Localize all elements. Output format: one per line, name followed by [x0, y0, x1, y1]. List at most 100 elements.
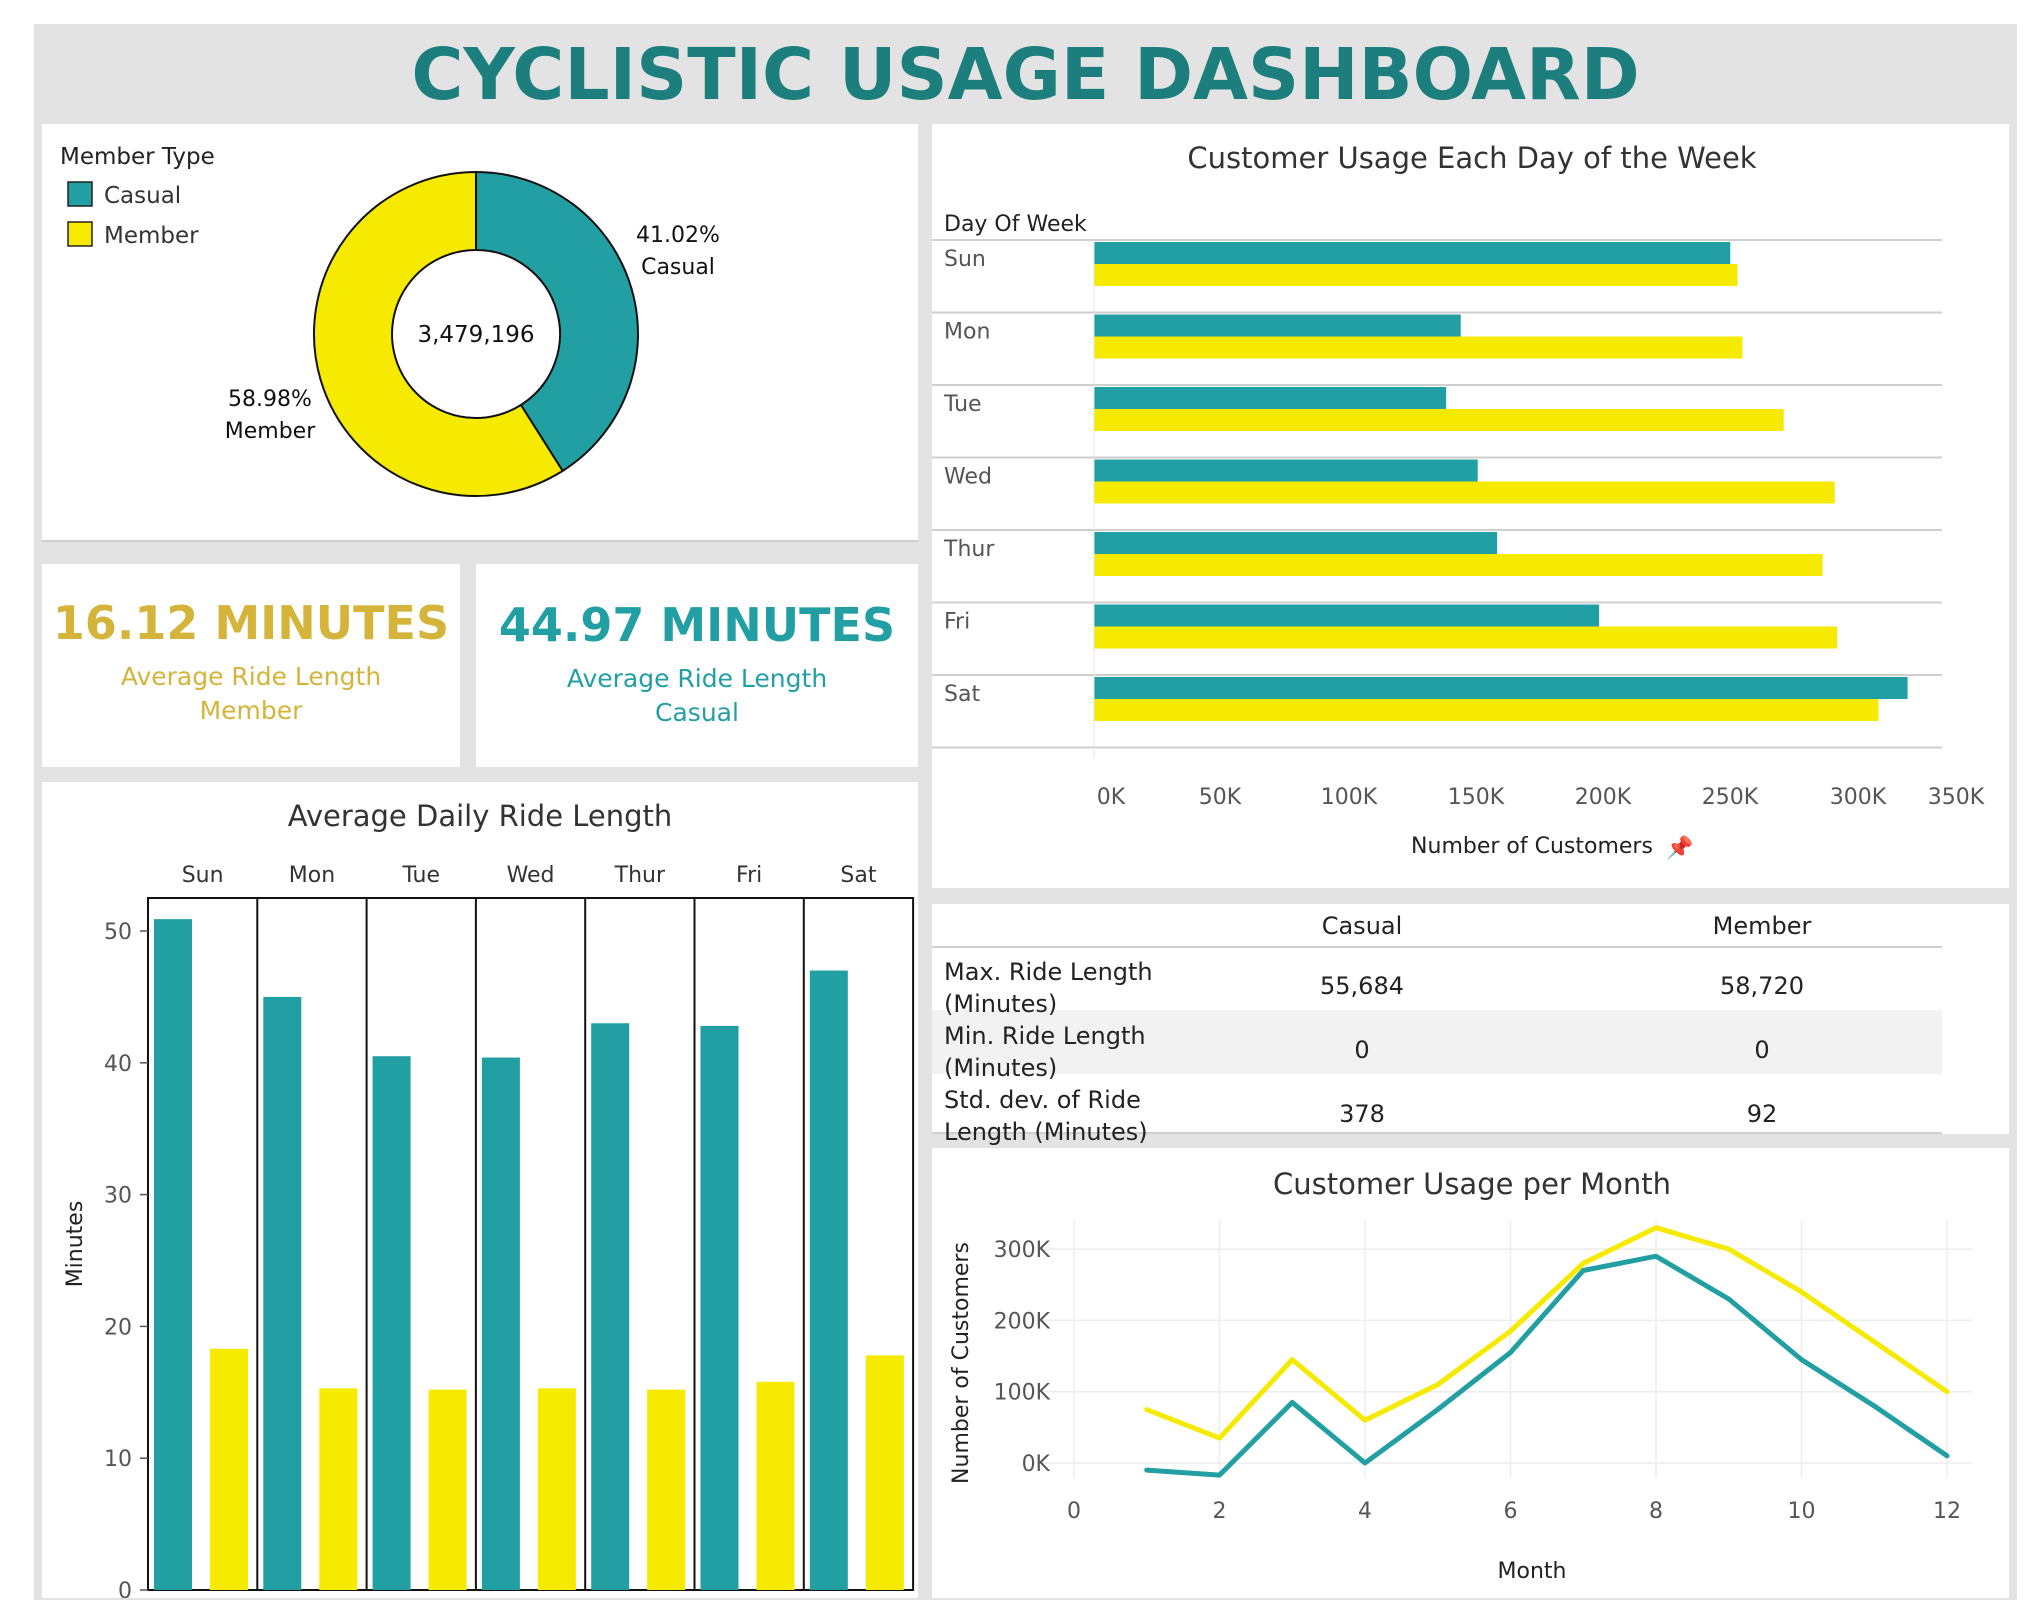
day-label: Tue [943, 392, 982, 417]
chart-title: Customer Usage per Month [1273, 1167, 1671, 1201]
bar-casual [1094, 532, 1498, 554]
bar-casual [700, 1025, 739, 1590]
y-tick-label: 40 [104, 1052, 132, 1077]
table-cell-casual: 0 [1354, 1036, 1370, 1064]
day-header: Sun [182, 863, 224, 888]
bar-member [865, 1355, 904, 1590]
x-tick-label: 10 [1788, 1499, 1816, 1524]
avg-daily-ride-panel: Average Daily Ride Length Sun Mon Tue Wed Thu… [42, 782, 918, 1604]
member-type-donut-chart: Member Type Casual Member 3,479,196 41.02% Ca… [42, 144, 918, 542]
y-tick-label: 20 [104, 1315, 132, 1340]
day-header: Tue [401, 863, 440, 888]
day-label: Thur [943, 537, 995, 562]
plot-frame [147, 897, 915, 1591]
bar-member [1094, 481, 1835, 504]
bar-member [1094, 264, 1738, 286]
casual-percent-label: 41.02% [636, 223, 720, 248]
dashboard-title: CYCLISTIC USAGE DASHBOARD [411, 32, 1640, 116]
table-row-label: Min. Ride Length (Minutes) [944, 1020, 1146, 1084]
row-label-line: Length (Minutes) [944, 1118, 1148, 1146]
table-header-casual: Casual [1321, 912, 1403, 940]
monthly-usage-chart: Customer Usage per Month 0 2 4 6 8 10 12 0K 100K 2… [949, 1167, 1972, 1584]
bar-casual [1094, 242, 1731, 264]
kpi-member-label: Average Ride Length [120, 662, 382, 691]
table-cell-member: 0 [1754, 1036, 1770, 1064]
day-header: Wed [507, 863, 555, 888]
day-header: Sat [840, 863, 876, 888]
x-tick-label: 300K [1830, 785, 1887, 810]
kpi-member-value: 16.12 MINUTES [52, 596, 450, 650]
table-row-label: Max. Ride Length (Minutes) [944, 956, 1153, 1020]
legend-label-casual: Casual [104, 183, 181, 209]
bar-member [319, 1388, 358, 1590]
x-tick-label: 2 [1213, 1499, 1227, 1524]
table-cell-member: 58,720 [1720, 972, 1804, 1000]
x-tick-label: 0K [1097, 785, 1126, 810]
bar-member [1094, 699, 1879, 721]
legend-label-member: Member [104, 223, 199, 249]
kpi-member-panel: 16.12 MINUTES Average Ride Length Member [42, 564, 460, 767]
bar-member [1094, 626, 1838, 649]
line-casual [1144, 1253, 1950, 1478]
x-tick-label: 12 [1933, 1499, 1961, 1524]
monthly-usage-panel: Customer Usage per Month 0 2 4 6 8 10 12 0K 100K 2… [932, 1148, 2009, 1598]
bar-casual [591, 1023, 630, 1590]
bar-member [428, 1389, 467, 1590]
day-of-week-panel: Customer Usage Each Day of the Week Day O… [932, 124, 2009, 888]
legend-swatch-casual [67, 181, 93, 207]
bar-casual [1094, 677, 1908, 699]
day-label: Sun [944, 247, 986, 272]
x-axis-label: Month [1498, 1559, 1567, 1584]
table-row-label: Std. dev. of Ride Length (Minutes) [944, 1084, 1148, 1148]
x-tick-label: 250K [1702, 785, 1759, 810]
x-axis-label: Number of Customers [1411, 834, 1653, 859]
bar-member [1094, 336, 1743, 359]
kpi-casual-panel: 44.97 MINUTES Average Ride Length Casual [476, 564, 918, 767]
row-label-line: Min. Ride Length [944, 1022, 1146, 1050]
legend-title: Member Type [60, 144, 215, 170]
chart-title: Average Daily Ride Length [288, 799, 673, 833]
row-label-line: (Minutes) [944, 1054, 1058, 1082]
bar-member [756, 1381, 795, 1590]
day-label: Fri [944, 610, 970, 635]
member-slice-label: Member [225, 419, 316, 444]
bar-casual [372, 1056, 411, 1590]
x-tick-label: 8 [1649, 1499, 1663, 1524]
x-tick-label: 4 [1358, 1499, 1372, 1524]
bar-casual [1094, 314, 1461, 337]
x-tick-label: 150K [1448, 785, 1505, 810]
day-header: Mon [289, 863, 335, 888]
kpi-casual-label: Average Ride Length [566, 664, 828, 693]
pin-icon: 📌 [1666, 834, 1693, 861]
y-tick-label: 30 [104, 1184, 132, 1209]
bar-casual [1094, 604, 1600, 627]
day-label: Wed [944, 465, 992, 490]
bar-member [1094, 554, 1823, 576]
bar-casual [481, 1057, 520, 1590]
avg-daily-ride-chart: Average Daily Ride Length Sun Mon Tue Wed Thu… [63, 799, 915, 1604]
ride-stats-table-panel: Casual Member Max. Ride Length (Minutes)… [932, 904, 2009, 1146]
y-tick-label: 300K [994, 1238, 1051, 1263]
day-header: Fri [736, 863, 762, 888]
x-tick-label: 100K [1321, 785, 1378, 810]
legend-swatch-member [67, 221, 93, 247]
y-tick-label: 10 [104, 1447, 132, 1472]
row-label-line: (Minutes) [944, 990, 1058, 1018]
bar-casual [154, 919, 192, 1590]
table-header-member: Member [1712, 912, 1812, 940]
bar-member [1094, 409, 1784, 431]
line-member [1144, 1225, 1950, 1441]
casual-slice-label: Casual [641, 255, 715, 280]
day-label: Sat [944, 682, 980, 707]
kpi-casual-value: 44.97 MINUTES [498, 598, 896, 652]
y-tick-label: 0 [118, 1579, 132, 1598]
day-header: Thur [614, 863, 666, 888]
table-cell-casual: 378 [1339, 1100, 1385, 1128]
y-tick-label: 100K [994, 1381, 1051, 1406]
x-tick-label: 6 [1504, 1499, 1518, 1524]
dashboard: CYCLISTIC USAGE DASHBOARD Member Type Cas… [34, 24, 2017, 1604]
day-of-week-chart: Customer Usage Each Day of the Week Day O… [932, 141, 1985, 861]
row-label-line: Std. dev. of Ride [944, 1086, 1141, 1114]
kpi-casual-type: Casual [655, 698, 739, 727]
x-tick-label: 350K [1928, 785, 1985, 810]
